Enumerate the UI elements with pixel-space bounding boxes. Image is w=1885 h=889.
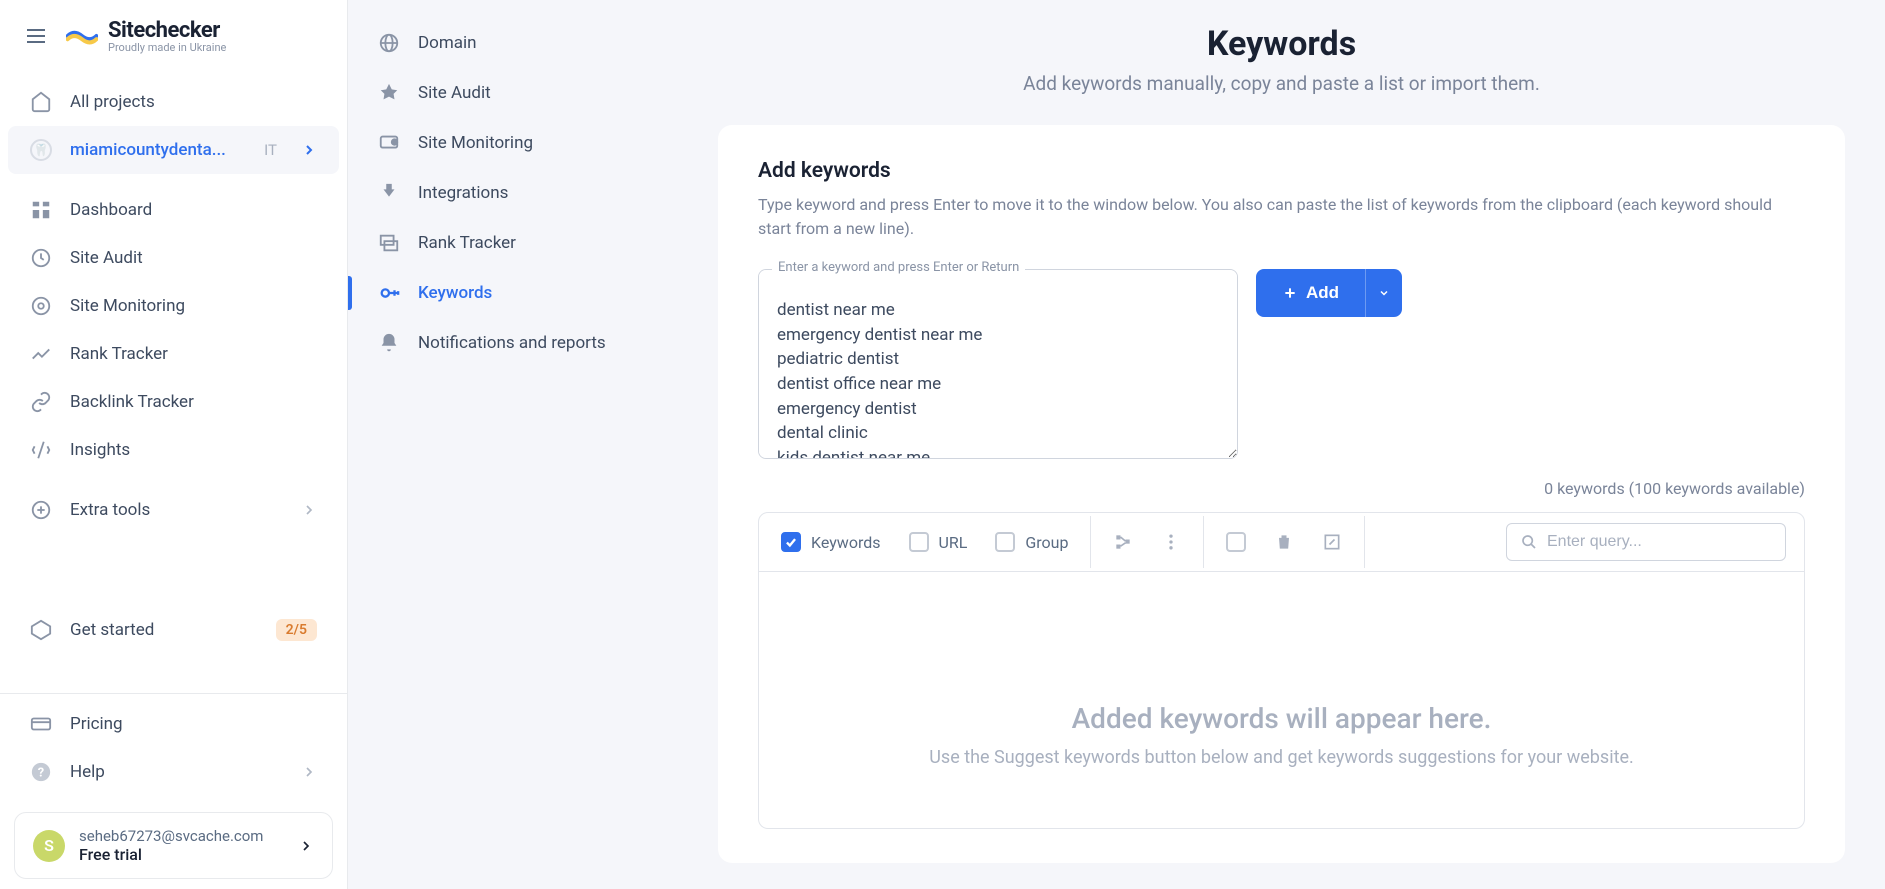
nav2-site-audit[interactable]: Site Audit <box>348 68 678 118</box>
add-button[interactable]: Add <box>1256 269 1365 317</box>
main-content: Keywords Add keywords manually, copy and… <box>678 0 1885 889</box>
brand-tagline: Proudly made in Ukraine <box>108 41 226 54</box>
chevron-right-icon <box>301 142 317 158</box>
empty-subtitle: Use the Suggest keywords button below an… <box>799 747 1764 768</box>
plus-icon <box>1282 285 1298 301</box>
section-description: Type keyword and press Enter to move it … <box>758 193 1805 241</box>
nav-insights[interactable]: Insights <box>8 426 339 474</box>
chevron-right-icon <box>298 838 314 854</box>
nav2-label: Domain <box>418 33 477 53</box>
header-row: Sitechecker Proudly made in Ukraine <box>0 0 347 72</box>
toggle-keywords[interactable]: Keywords <box>781 532 881 552</box>
checkbox-icon <box>909 532 929 552</box>
check-label: URL <box>939 533 968 552</box>
checkbox-icon <box>995 532 1015 552</box>
nav-site-monitoring[interactable]: Site Monitoring <box>8 282 339 330</box>
nav-label: miamicountydenta... <box>70 140 226 160</box>
expand-icon[interactable] <box>1322 532 1342 552</box>
nav-dashboard[interactable]: Dashboard <box>8 186 339 234</box>
empty-title: Added keywords will appear here. <box>799 702 1764 735</box>
check-label: Keywords <box>811 533 881 552</box>
nav-label: Get started <box>70 620 154 640</box>
toggle-group[interactable]: Group <box>995 532 1068 552</box>
user-plan: Free trial <box>79 845 284 864</box>
keywords-textarea[interactable] <box>758 269 1238 459</box>
logo[interactable]: Sitechecker Proudly made in Ukraine <box>66 18 226 54</box>
empty-state: Added keywords will appear here. Use the… <box>758 572 1805 829</box>
add-button-label: Add <box>1306 283 1339 303</box>
search-box[interactable] <box>1506 523 1786 561</box>
section-title: Add keywords <box>758 159 1805 183</box>
add-keywords-card: Add keywords Type keyword and press Ente… <box>718 125 1845 863</box>
nav-rank-tracker[interactable]: Rank Tracker <box>8 330 339 378</box>
more-vertical-icon[interactable] <box>1161 532 1181 552</box>
chevron-down-icon <box>1378 287 1390 299</box>
nav-extra-tools[interactable]: Extra tools <box>8 486 339 534</box>
nav-label: Extra tools <box>70 500 150 520</box>
nav-project[interactable]: 🦷 miamicountydenta... IT <box>8 126 339 174</box>
nav2-notifications[interactable]: Notifications and reports <box>348 318 678 368</box>
keyword-counter: 0 keywords (100 keywords available) <box>758 479 1805 498</box>
nav-label: Backlink Tracker <box>70 392 194 412</box>
brand-name: Sitechecker <box>108 18 226 43</box>
nav2-label: Notifications and reports <box>418 333 606 353</box>
nav-label: Dashboard <box>70 200 152 220</box>
nav-all-projects[interactable]: All projects <box>8 78 339 126</box>
nav2-label: Site Audit <box>418 83 491 103</box>
nav-label: Site Audit <box>70 248 143 268</box>
project-favicon-icon: 🦷 <box>30 139 52 161</box>
nav2-label: Integrations <box>418 183 508 203</box>
nav2-domain[interactable]: Domain <box>348 18 678 68</box>
sidebar-secondary: Domain Site Audit Site Monitoring Integr… <box>348 0 678 889</box>
nav2-keywords[interactable]: Keywords <box>348 268 678 318</box>
chevron-right-icon <box>301 764 317 780</box>
svg-text:?: ? <box>38 766 44 781</box>
select-all-checkbox[interactable] <box>1226 532 1246 552</box>
nav2-label: Keywords <box>418 283 492 303</box>
nav-get-started[interactable]: Get started 2/5 <box>8 606 339 654</box>
toggle-url[interactable]: URL <box>909 532 968 552</box>
progress-badge: 2/5 <box>276 619 317 641</box>
nav-label: Pricing <box>70 714 123 734</box>
nav-pricing[interactable]: Pricing <box>8 700 339 748</box>
trash-icon[interactable] <box>1274 532 1294 552</box>
textarea-label: Enter a keyword and press Enter or Retur… <box>772 260 1025 275</box>
nav2-label: Rank Tracker <box>418 233 516 253</box>
search-input[interactable] <box>1547 533 1771 551</box>
nav2-site-monitoring[interactable]: Site Monitoring <box>348 118 678 168</box>
check-label: Group <box>1025 533 1068 552</box>
nav-label: Rank Tracker <box>70 344 168 364</box>
search-icon <box>1521 534 1537 550</box>
nav-label: All projects <box>70 92 155 112</box>
checkbox-icon <box>781 532 801 552</box>
add-dropdown-button[interactable] <box>1365 269 1402 317</box>
project-tag: IT <box>264 141 277 159</box>
user-card[interactable]: S seheb67273@svcache.com Free trial <box>14 812 333 879</box>
nav-label: Insights <box>70 440 130 460</box>
nav-help[interactable]: ? Help <box>8 748 339 796</box>
nav2-integrations[interactable]: Integrations <box>348 168 678 218</box>
sidebar-left: Sitechecker Proudly made in Ukraine All … <box>0 0 348 889</box>
tree-icon[interactable] <box>1113 532 1133 552</box>
hamburger-icon[interactable] <box>24 24 48 48</box>
avatar: S <box>33 830 65 862</box>
nav-label: Site Monitoring <box>70 296 185 316</box>
user-email: seheb67273@svcache.com <box>79 827 284 845</box>
page-title: Keywords <box>718 24 1845 64</box>
nav-backlink-tracker[interactable]: Backlink Tracker <box>8 378 339 426</box>
toolbar: Keywords URL Group <box>758 512 1805 572</box>
chevron-right-icon <box>301 502 317 518</box>
page-subtitle: Add keywords manually, copy and paste a … <box>718 72 1845 95</box>
nav2-rank-tracker[interactable]: Rank Tracker <box>348 218 678 268</box>
nav-label: Help <box>70 762 105 782</box>
nav-site-audit[interactable]: Site Audit <box>8 234 339 282</box>
nav2-label: Site Monitoring <box>418 133 533 153</box>
